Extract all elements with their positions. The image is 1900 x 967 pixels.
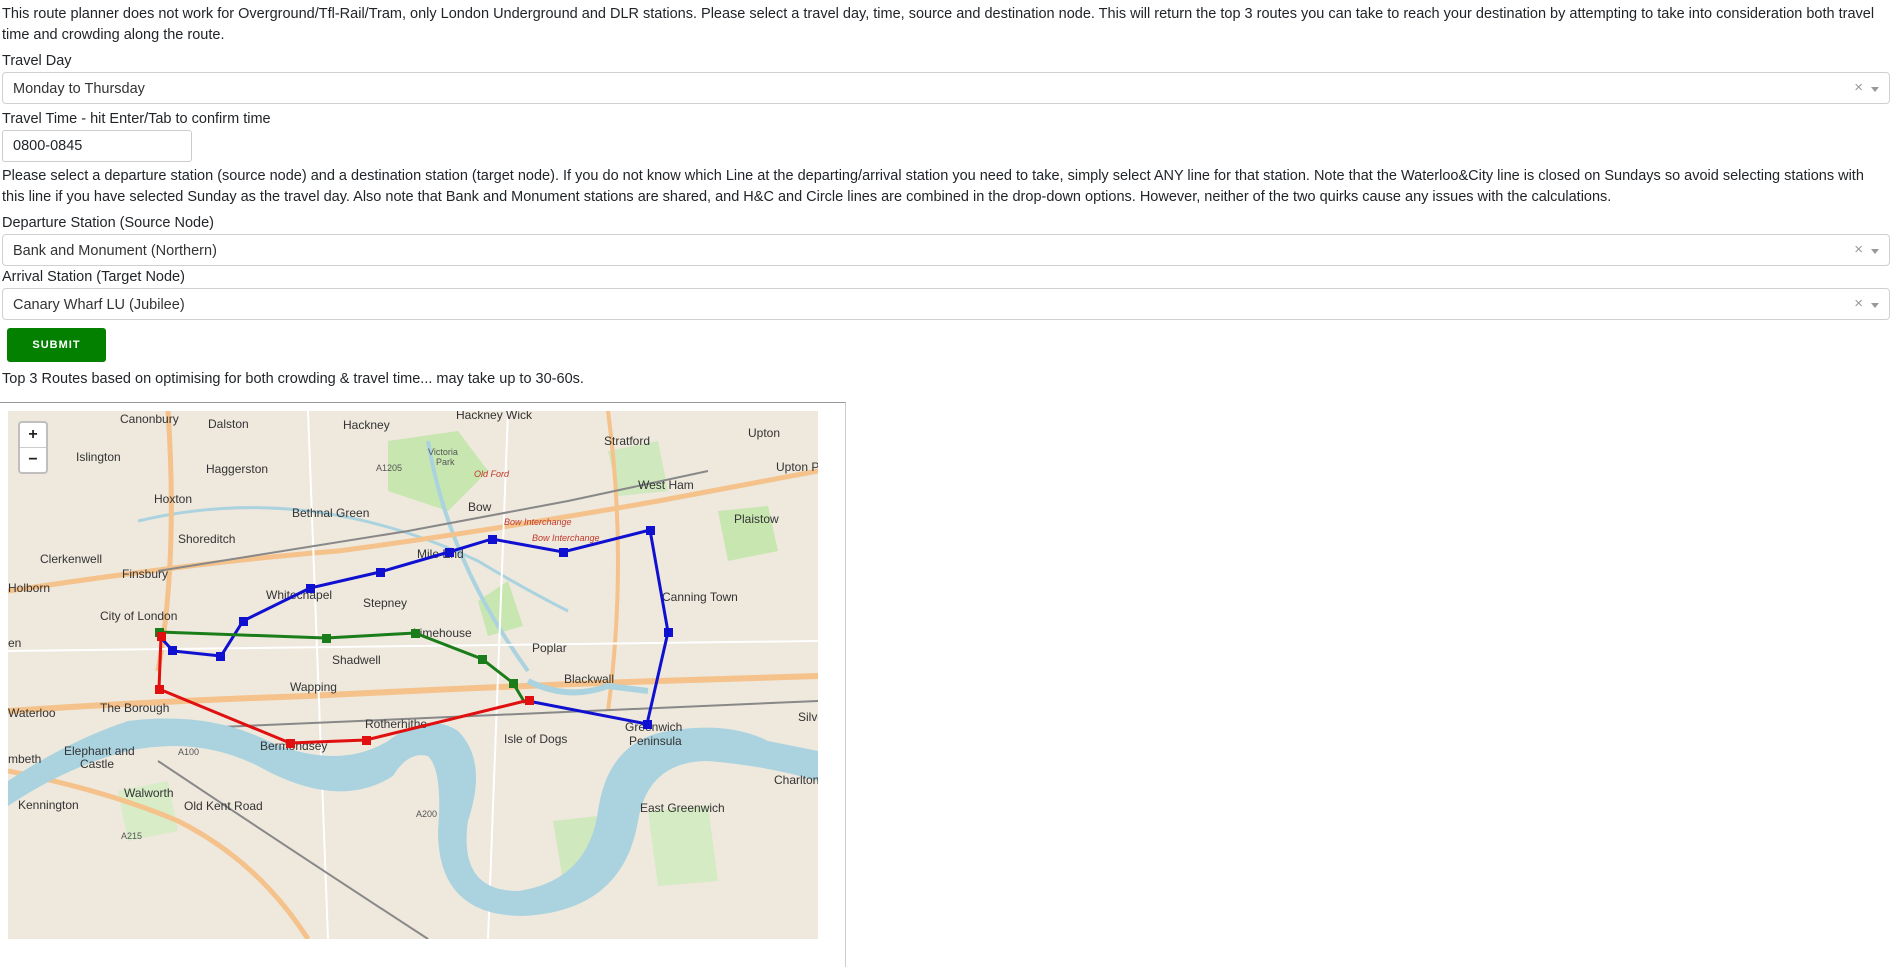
place-label: Peninsula	[629, 734, 682, 748]
place-label: Kennington	[18, 798, 79, 812]
route-green-station	[411, 629, 420, 638]
chevron-down-icon[interactable]	[1871, 303, 1879, 308]
place-label: mbeth	[8, 752, 41, 766]
route-blue-station	[559, 548, 568, 557]
departure-label: Departure Station (Source Node)	[2, 215, 214, 231]
arrival-label: Arrival Station (Target Node)	[2, 269, 185, 285]
place-label: Silve	[798, 710, 818, 724]
route-red-station	[155, 685, 164, 694]
route-blue-station	[445, 548, 454, 557]
route-blue-station	[168, 646, 177, 655]
place-label: Canning Town	[662, 590, 738, 604]
map-red-label: Bow Interchange	[532, 533, 600, 543]
route-red-station	[362, 736, 371, 745]
place-label: Shadwell	[332, 653, 381, 667]
zoom-out-button[interactable]: −	[20, 447, 46, 472]
road-label: A215	[121, 831, 142, 841]
road-label: A200	[416, 809, 437, 819]
place-label: Victoria	[428, 447, 458, 457]
place-label: Stratford	[604, 434, 650, 448]
place-label: Shoreditch	[178, 532, 235, 546]
map-canvas: Canonbury Dalston Hackney Hackney Wick I…	[8, 411, 818, 939]
chevron-down-icon[interactable]	[1871, 249, 1879, 254]
place-label: Elephant and	[64, 744, 135, 758]
place-label: Hackney Wick	[456, 411, 533, 422]
place-label: Isle of Dogs	[504, 732, 567, 746]
place-label: Upton	[748, 426, 780, 440]
place-label: Islington	[76, 450, 121, 464]
route-green-station	[322, 634, 331, 643]
route-blue-station	[239, 617, 248, 626]
place-label: Clerkenwell	[40, 552, 102, 566]
place-label: Stepney	[363, 596, 407, 610]
place-label: Bethnal Green	[292, 506, 369, 520]
route-blue-station	[216, 652, 225, 661]
clear-icon[interactable]: ×	[1854, 79, 1863, 97]
travel-day-label: Travel Day	[2, 53, 72, 69]
place-label: Canonbury	[120, 412, 179, 426]
road-label: A1205	[376, 463, 402, 473]
place-label: Upton Par	[776, 460, 818, 474]
arrival-value: Canary Wharf LU (Jubilee)	[13, 297, 185, 313]
intro-text: This route planner does not work for Ove…	[2, 6, 1875, 43]
route-blue-station	[646, 526, 655, 535]
travel-time-label: Travel Time - hit Enter/Tab to confirm t…	[2, 111, 271, 127]
instructions-text: Please select a departure station (sourc…	[2, 168, 1864, 205]
clear-icon[interactable]: ×	[1854, 241, 1863, 259]
place-label: Limehouse	[413, 626, 472, 640]
place-label: Walworth	[124, 786, 174, 800]
chevron-down-icon[interactable]	[1871, 87, 1879, 92]
map-red-label: Old Ford	[474, 469, 510, 479]
route-blue-station	[643, 720, 652, 729]
place-label: Bow	[468, 500, 492, 514]
place-label: Old Kent Road	[184, 799, 263, 813]
map-red-label: Bow Interchange	[504, 517, 572, 527]
place-label: Haggerston	[206, 462, 268, 476]
route-blue-station	[376, 568, 385, 577]
departure-select[interactable]: Bank and Monument (Northern) ×	[2, 234, 1890, 266]
place-label: Rotherhithe	[365, 717, 427, 731]
travel-time-input[interactable]	[2, 130, 192, 162]
place-label: Blackwall	[564, 672, 614, 686]
place-label: West Ham	[638, 478, 694, 492]
route-blue-station	[306, 584, 315, 593]
place-label: East Greenwich	[640, 801, 725, 815]
route-green-station	[478, 655, 487, 664]
place-label: Waterloo	[8, 706, 56, 720]
route-green-station	[509, 679, 518, 688]
route-blue-station	[664, 628, 673, 637]
place-label: Wapping	[290, 680, 337, 694]
travel-day-select[interactable]: Monday to Thursday ×	[2, 72, 1890, 104]
place-label: Finsbury	[122, 567, 168, 581]
zoom-control: + −	[18, 421, 48, 474]
place-label: City of London	[100, 609, 177, 623]
place-label: en	[8, 636, 21, 650]
place-label: Holborn	[8, 581, 50, 595]
place-label: Castle	[80, 757, 114, 771]
place-label: Park	[436, 457, 455, 467]
route-red-station	[525, 696, 534, 705]
place-label: Plaistow	[734, 512, 779, 526]
road-label: A100	[178, 747, 199, 757]
travel-day-value: Monday to Thursday	[13, 81, 145, 97]
zoom-in-button[interactable]: +	[20, 423, 46, 447]
place-label: Dalston	[208, 417, 249, 431]
map-frame: + − Canonbury Dalston Hackney Hackney Wi…	[0, 402, 846, 967]
results-label: Top 3 Routes based on optimising for bot…	[2, 371, 584, 387]
clear-icon[interactable]: ×	[1854, 295, 1863, 313]
place-label: Poplar	[532, 641, 567, 655]
route-map[interactable]: + − Canonbury Dalston Hackney Hackney Wi…	[8, 411, 818, 939]
place-label: The Borough	[100, 701, 169, 715]
park-greenwich	[648, 806, 718, 886]
submit-button[interactable]: SUBMIT	[7, 328, 106, 362]
departure-value: Bank and Monument (Northern)	[13, 243, 217, 259]
place-label: Charlton	[774, 773, 818, 787]
place-label: Hoxton	[154, 492, 192, 506]
route-red-station	[286, 739, 295, 748]
place-label: Hackney	[343, 418, 390, 432]
route-red-station	[157, 632, 166, 641]
arrival-select[interactable]: Canary Wharf LU (Jubilee) ×	[2, 288, 1890, 320]
route-blue-station	[488, 535, 497, 544]
